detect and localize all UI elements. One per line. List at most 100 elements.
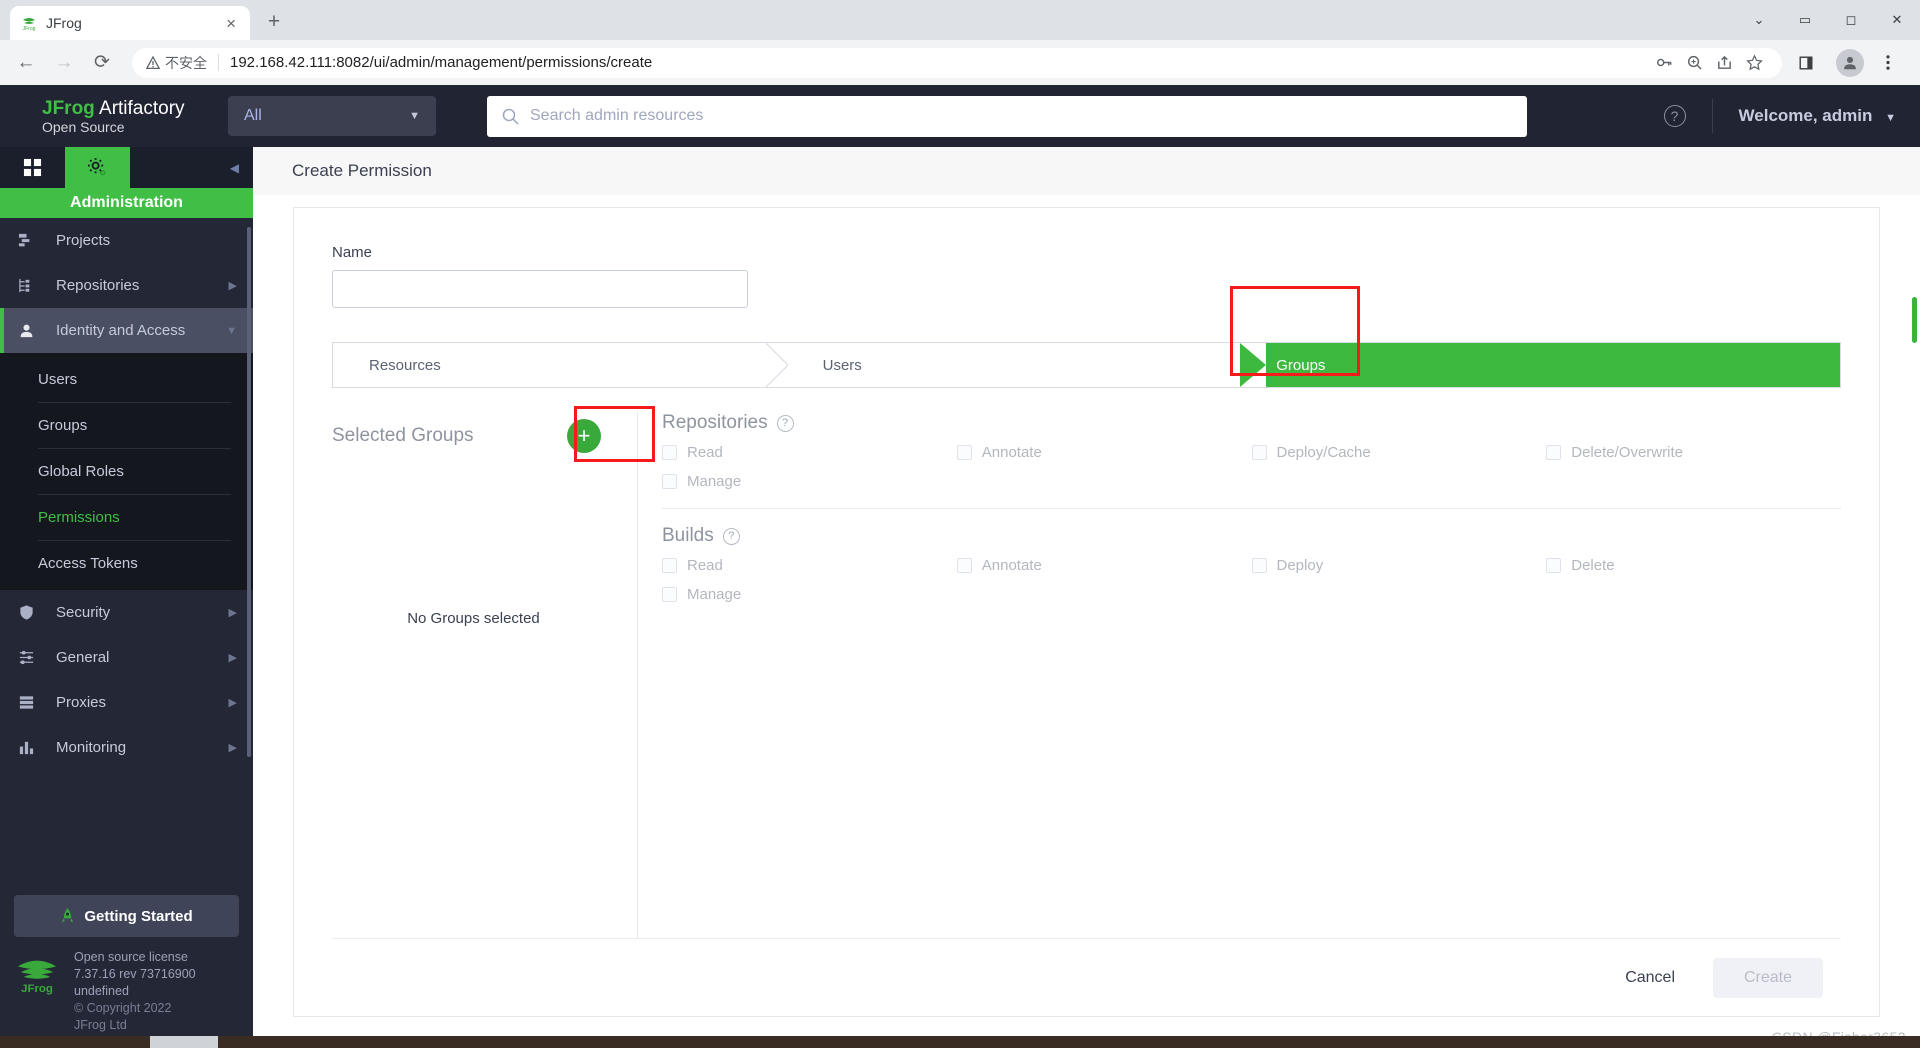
sidebar-item-groups[interactable]: Groups (0, 403, 253, 448)
search-box[interactable] (487, 95, 1527, 137)
help-icon[interactable]: ? (776, 414, 794, 432)
sidebar-item-general[interactable]: General ▶ (0, 635, 253, 680)
browser-toolbar-right (1790, 47, 1910, 79)
checkbox-box[interactable] (1251, 445, 1267, 460)
share-icon[interactable] (1710, 47, 1738, 79)
checkbox-builds-deploy[interactable]: Deploy (1251, 557, 1547, 574)
sidebar-nav: Projects Repositories ▶ Identity and Acc… (0, 218, 253, 885)
brand-edition: Open Source (42, 118, 125, 135)
zoom-icon[interactable] (1680, 47, 1708, 79)
reload-icon[interactable]: ⟳ (86, 47, 118, 79)
apps-grid-icon[interactable] (0, 147, 65, 188)
step-notch (1240, 343, 1267, 387)
key-icon[interactable] (1650, 47, 1678, 79)
maximize-button[interactable]: ◻ (1828, 4, 1874, 36)
checkbox-repositories-deploy-cache[interactable]: Deploy/Cache (1251, 444, 1547, 461)
header-divider (1711, 99, 1713, 133)
checkbox-repositories-read[interactable]: Read (662, 444, 957, 461)
star-icon[interactable] (1740, 47, 1768, 79)
checkbox-box[interactable] (1546, 558, 1562, 573)
help-icon[interactable]: ? (1663, 105, 1686, 127)
new-tab-button[interactable]: + (259, 7, 289, 37)
checkbox-repositories-manage[interactable]: Manage (662, 473, 957, 490)
sidebar-item-repositories[interactable]: Repositories ▶ (0, 263, 253, 308)
checkbox-box[interactable] (1546, 445, 1562, 460)
checkbox-box[interactable] (662, 587, 677, 602)
scope-dropdown[interactable]: All ▼ (228, 96, 436, 136)
checkbox-builds-read[interactable]: Read (662, 557, 957, 574)
help-icon[interactable]: ? (722, 527, 740, 545)
browser-tab[interactable]: JFrog JFrog × (10, 6, 250, 40)
getting-started-button[interactable]: Getting Started (14, 895, 239, 937)
svg-text:JFrog: JFrog (22, 26, 35, 31)
license-line-3: undefined (74, 984, 129, 998)
checkbox-label: Read (687, 444, 723, 461)
sidebar-scrollbar[interactable] (247, 227, 251, 757)
wizard-step-resources[interactable]: Resources (333, 343, 788, 387)
profile-icon[interactable] (1836, 48, 1864, 77)
checkbox-box[interactable] (956, 558, 972, 573)
projects-icon (18, 232, 56, 249)
restore-button[interactable]: ▭ (1782, 4, 1828, 36)
artifactory-app: JFrog Artifactory Open Source All ▼ ? (0, 85, 1920, 1048)
license-line-4: © Copyright 2022 (74, 1001, 172, 1015)
gear-icon[interactable] (65, 147, 130, 188)
sidebar-item-users[interactable]: Users (0, 357, 253, 402)
sidebar-item-access-tokens[interactable]: Access Tokens (0, 541, 253, 586)
checkbox-box[interactable] (662, 445, 677, 460)
sidebar-label: Repositories (56, 277, 140, 294)
checkbox-box[interactable] (956, 445, 972, 460)
add-group-button[interactable]: + (567, 419, 601, 453)
create-button[interactable]: Create (1713, 957, 1823, 998)
address-bar[interactable]: 不安全 192.168.42.111:8082/ui/admin/managem… (132, 47, 1782, 79)
repositories-permission-section: Repositories ? Read Annotate Deploy/Cach… (662, 412, 1841, 490)
close-icon[interactable]: × (222, 15, 240, 32)
checkbox-box[interactable] (1251, 558, 1267, 573)
chevron-down-icon: ▼ (226, 324, 237, 337)
sidebar-item-monitoring[interactable]: Monitoring ▶ (0, 725, 253, 770)
omnibox-divider (218, 54, 219, 71)
sidebar-item-global-roles[interactable]: Global Roles (0, 449, 253, 494)
checkbox-box[interactable] (662, 474, 677, 489)
sidebar-item-identity-and-access[interactable]: Identity and Access ▼ (0, 308, 253, 353)
search-icon (502, 108, 519, 125)
security-label: 不安全 (165, 54, 207, 71)
wizard-step-users[interactable]: Users (786, 343, 1241, 387)
checkbox-box[interactable] (662, 558, 677, 573)
cancel-button[interactable]: Cancel (1613, 961, 1687, 995)
search-input[interactable] (530, 107, 1513, 125)
forward-icon[interactable]: → (48, 47, 80, 79)
navigation-bar: ← → ⟳ 不安全 192.168.42.111:8082/ui/admin/m… (0, 40, 1920, 85)
sidebar-item-projects[interactable]: Projects (0, 218, 253, 263)
checkbox-repositories-annotate[interactable]: Annotate (956, 444, 1252, 461)
wizard-step-label: Resources (369, 356, 441, 374)
sidebar-item-proxies[interactable]: Proxies ▶ (0, 680, 253, 725)
back-icon[interactable]: ← (10, 47, 42, 79)
rocket-icon (62, 907, 74, 922)
sidebar-label: Security (56, 604, 111, 621)
checkbox-repositories-delete-overwrite[interactable]: Delete/Overwrite (1546, 444, 1841, 461)
jfrog-favicon-icon: JFrog (20, 15, 37, 32)
module-switcher: ◀ (0, 147, 253, 188)
window-close-button[interactable]: ✕ (1874, 4, 1920, 36)
collapse-sidebar-button[interactable]: ◀ (230, 147, 239, 188)
checkbox-builds-delete[interactable]: Delete (1546, 557, 1841, 574)
brand-logo[interactable]: JFrog Artifactory Open Source (42, 98, 228, 135)
sidepanel-icon[interactable] (1790, 47, 1822, 79)
wizard-step-groups[interactable]: Groups (1240, 343, 1840, 387)
checkbox-label: Deploy/Cache (1276, 444, 1371, 461)
svg-text:JFrog: JFrog (21, 983, 53, 995)
security-indicator[interactable]: 不安全 (146, 53, 207, 73)
more-menu-icon[interactable] (1872, 47, 1904, 79)
permissions-panel: Repositories ? Read Annotate Deploy/Cach… (638, 412, 1841, 938)
main-scrollbar[interactable] (1912, 297, 1917, 343)
name-input[interactable] (332, 270, 748, 308)
chevron-down-icon: ▼ (409, 110, 420, 122)
administration-banner: Administration (0, 188, 253, 218)
sidebar-item-security[interactable]: Security ▶ (0, 590, 253, 635)
checkbox-builds-manage[interactable]: Manage (662, 586, 957, 603)
minimize-button[interactable]: ⌄ (1736, 4, 1782, 36)
sidebar-item-permissions[interactable]: Permissions (0, 495, 253, 540)
user-menu[interactable]: Welcome, admin ▼ (1739, 106, 1896, 126)
checkbox-builds-annotate[interactable]: Annotate (956, 557, 1252, 574)
